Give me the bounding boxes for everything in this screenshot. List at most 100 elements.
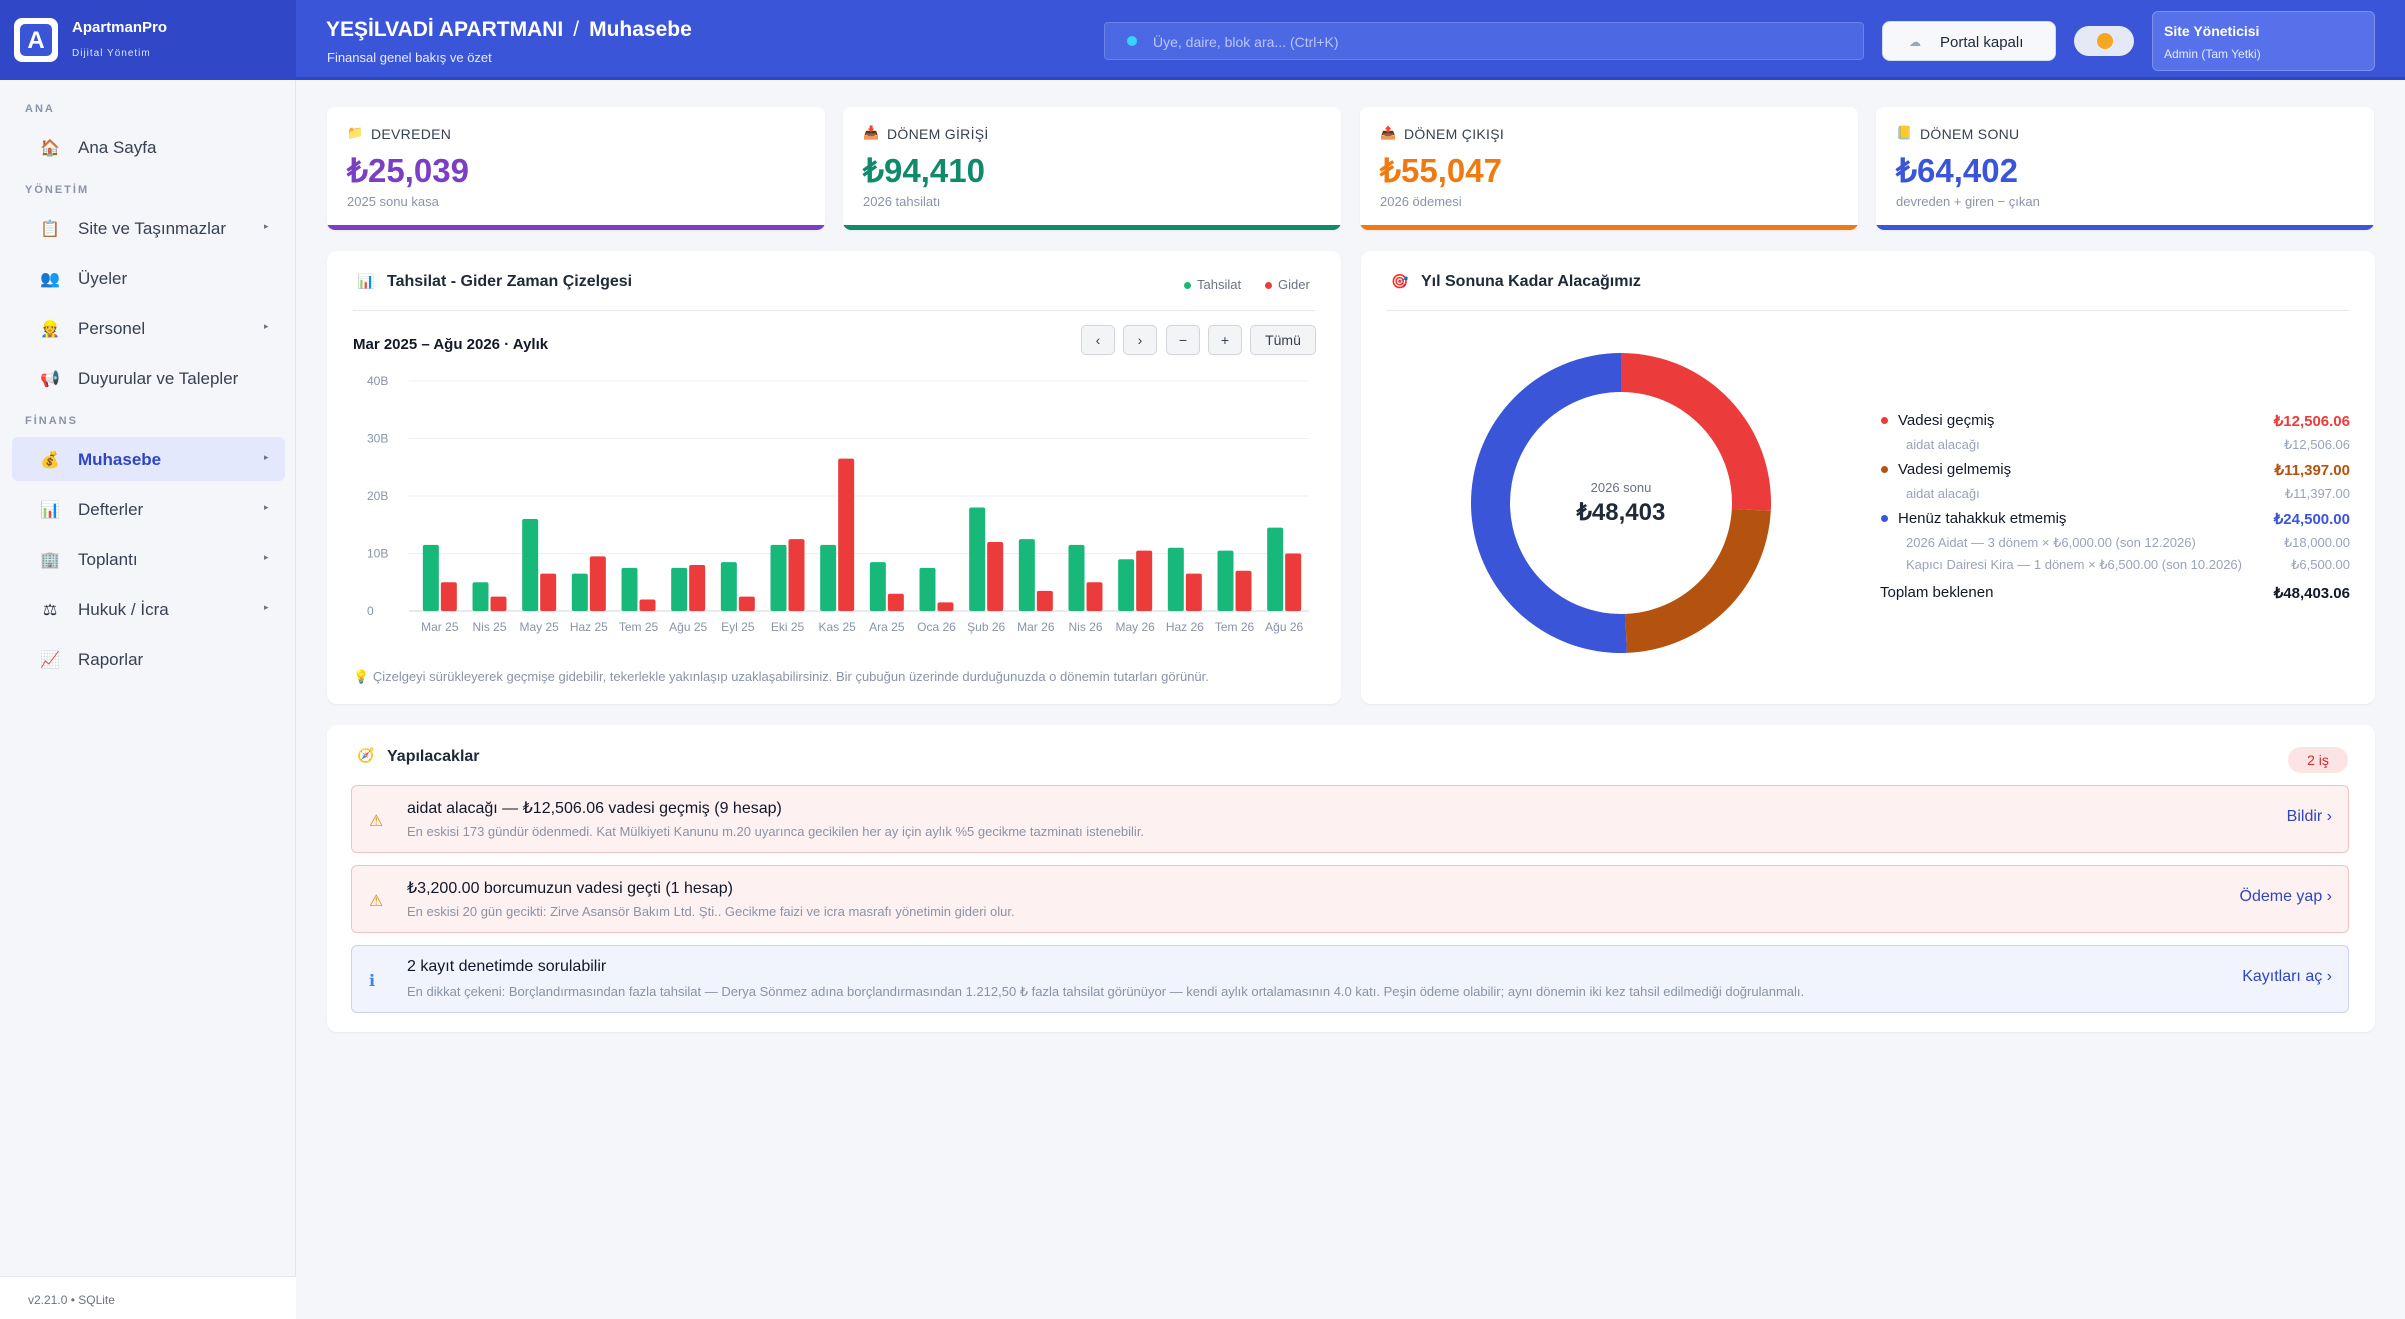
kpi-card-0[interactable]: 📁 DEVREDEN ₺25,039 2025 sonu kasa <box>327 107 825 230</box>
todo-count-badge: 2 iş <box>2288 747 2348 773</box>
warning-icon: ⚠ <box>369 813 384 830</box>
kpi-card-3[interactable]: 📒 DÖNEM SONU ₺64,402 devreden + giren − çık… <box>1876 107 2374 230</box>
prev-button[interactable]: ‹ <box>1081 325 1115 355</box>
chevron-right-icon: ▸ <box>264 552 269 562</box>
todo-title: Yapılacaklar <box>387 748 480 765</box>
brand-logo: A <box>14 18 58 62</box>
total-expected: Toplam beklenen ₺48,403.06 <box>1880 584 2350 606</box>
kpi-title: DÖNEM GİRİŞİ <box>887 126 989 142</box>
sidebar-item-0[interactable]: 🏠 Ana Sayfa <box>12 125 285 169</box>
sidebar-section-finans: FİNANS <box>25 415 78 427</box>
search-input[interactable]: Üye, daire, blok ara... (Ctrl+K) <box>1104 22 1864 60</box>
legend-not-accrued[interactable]: Henüz tahakkuk etmemiş ₺24,500.00 <box>1880 508 2350 530</box>
chevron-right-icon: ▸ <box>264 221 269 231</box>
sidebar-item-1[interactable]: 📋 Site ve Taşınmazlar ▸ <box>12 206 285 250</box>
building-name: YEŞİLVADİ APARTMANI <box>326 18 564 41</box>
sun-icon <box>2097 33 2113 49</box>
not-due-label: Vadesi gelmemiş <box>1898 461 2012 478</box>
sidebar-item-label: Üyeler <box>78 269 128 288</box>
todo-item-1[interactable]: ⚠ ₺3,200.00 borcumuzun vadesi geçti (1 he… <box>351 865 2349 933</box>
sidebar-item-6[interactable]: 📊 Defterler ▸ <box>12 487 285 531</box>
section-name: Muhasebe <box>589 18 692 41</box>
timeline-title: Tahsilat - Gider Zaman Çizelgesi <box>387 273 633 290</box>
page-subtitle: Finansal genel bakış ve özet <box>327 50 492 65</box>
bar-gider <box>589 556 606 611</box>
brand-logo-letter: A <box>27 27 45 54</box>
kpi-title: DEVREDEN <box>371 126 452 142</box>
x-tick-label: Haz 25 <box>570 620 608 634</box>
legend-gider[interactable]: Gider <box>1265 277 1310 292</box>
not-accrued-label: Henüz tahakkuk etmemiş <box>1898 510 2067 527</box>
show-all-button[interactable]: Tümü <box>1250 325 1316 355</box>
sidebar-item-3[interactable]: 👷 Personel ▸ <box>12 306 285 350</box>
legend-tahsilat[interactable]: Tahsilat <box>1184 277 1241 292</box>
sidebar-section-yonetim: YÖNETİM <box>25 184 90 196</box>
bar-tahsilat <box>720 562 737 611</box>
legend-gider-dot <box>1265 282 1272 290</box>
legend-not-due[interactable]: Vadesi gelmemiş ₺11,397.00 <box>1880 459 2350 481</box>
bar-gider <box>1285 553 1302 611</box>
todo-item-0[interactable]: ⚠ aidat alacağı — ₺12,506.06 vadesi geçmi… <box>351 785 2349 853</box>
theme-toggle[interactable] <box>2074 26 2134 56</box>
bar-tahsilat <box>1118 559 1135 611</box>
sidebar-item-label: Defterler <box>78 500 144 519</box>
todo-item-2[interactable]: ℹ 2 kayıt denetimde sorulabilir En dikkat … <box>351 945 2349 1013</box>
zoom-in-button[interactable]: + <box>1208 325 1242 355</box>
bar-tahsilat <box>1167 547 1184 611</box>
overdue-detail-label: aidat alacağı <box>1906 437 1980 452</box>
search-icon <box>1127 36 1137 46</box>
sidebar-item-8[interactable]: ⚖ Hukuk / İcra ▸ <box>12 587 285 631</box>
sidebar-item-7[interactable]: 🏢 Toplantı ▸ <box>12 537 285 581</box>
donut-center-subtitle: 2026 sonu <box>1590 480 1652 495</box>
legend-gider-label: Gider <box>1278 277 1310 292</box>
y-tick-label: 0 <box>367 604 374 618</box>
bar-tahsilat <box>770 544 787 611</box>
bar-chart-icon: 📊 <box>357 273 375 289</box>
sidebar-item-4[interactable]: 📢 Duyurular ve Talepler <box>12 356 285 400</box>
bar-gider <box>540 573 557 611</box>
trend-chart-icon: 📈 <box>40 652 60 669</box>
not-accrued-dot <box>1881 515 1888 522</box>
timeline-bar-chart[interactable]: 0 10B 20B 30B 40B Mar 25 Nis 25 May 25 Haz 25 Tem… <box>353 369 1315 659</box>
sidebar-item-label: Muhasebe <box>78 450 162 469</box>
sidebar-item-2[interactable]: 👥 Üyeler <box>12 256 285 300</box>
next-button[interactable]: › <box>1123 325 1157 355</box>
bar-gider <box>1086 582 1103 611</box>
legend-tahsilat-label: Tahsilat <box>1197 277 1242 292</box>
todo-description: En dikkat çekeni: Borçlandırmasından faz… <box>407 984 1805 999</box>
kpi-card-1[interactable]: 📥 DÖNEM GİRİŞİ ₺94,410 2026 tahsilatı <box>843 107 1341 230</box>
ledger-icon: 📒 <box>1896 125 1913 140</box>
x-tick-label: Mar 26 <box>1017 620 1055 634</box>
not-due-detail-label: aidat alacağı <box>1906 486 1980 501</box>
portal-toggle-button[interactable]: ☁ Portal kapalı <box>1882 21 2056 61</box>
kpi-card-2[interactable]: 📤 DÖNEM ÇIKIŞI ₺55,047 2026 ödemesi <box>1360 107 1858 230</box>
bar-gider <box>1136 550 1153 611</box>
brand-subtitle: Dijital Yönetim <box>72 48 151 59</box>
todo-action-link[interactable]: Kayıtları aç › <box>2242 968 2332 986</box>
search-placeholder: Üye, daire, blok ara... (Ctrl+K) <box>1153 34 1339 50</box>
todo-action-link[interactable]: Ödeme yap › <box>2240 888 2332 906</box>
inbox-icon: 📥 <box>863 125 880 140</box>
x-tick-label: May 25 <box>519 620 559 634</box>
bar-gider <box>887 593 904 611</box>
sidebar-item-label: Site ve Taşınmazlar <box>78 219 227 238</box>
chevron-right-icon: ▸ <box>264 452 269 462</box>
kpi-value: ₺55,047 <box>1380 152 1502 189</box>
bar-chart-icon: 📊 <box>40 502 60 519</box>
todo-action-link[interactable]: Bildir › <box>2287 808 2332 826</box>
sidebar-section-ana: ANA <box>25 103 55 115</box>
bar-tahsilat <box>472 582 489 611</box>
sidebar-item-5[interactable]: 💰 Muhasebe ▸ <box>12 437 285 481</box>
overdue-dot <box>1881 417 1888 424</box>
zoom-out-button[interactable]: − <box>1166 325 1200 355</box>
x-tick-label: Ağu 26 <box>1265 620 1303 634</box>
overdue-label: Vadesi geçmiş <box>1898 412 1995 429</box>
brand-name: ApartmanPro <box>72 19 168 36</box>
money-bag-icon: 💰 <box>40 452 60 469</box>
sidebar-item-9[interactable]: 📈 Raporlar <box>12 637 285 681</box>
user-menu[interactable]: Site Yöneticisi Admin (Tam Yetki) <box>2152 11 2375 71</box>
brand[interactable]: A ApartmanPro Dijital Yönetim <box>0 0 296 80</box>
sidebar-item-label: Toplantı <box>78 550 138 569</box>
not-due-value: ₺11,397.00 <box>2274 462 2350 479</box>
legend-overdue[interactable]: Vadesi geçmiş ₺12,506.06 <box>1880 410 2350 432</box>
